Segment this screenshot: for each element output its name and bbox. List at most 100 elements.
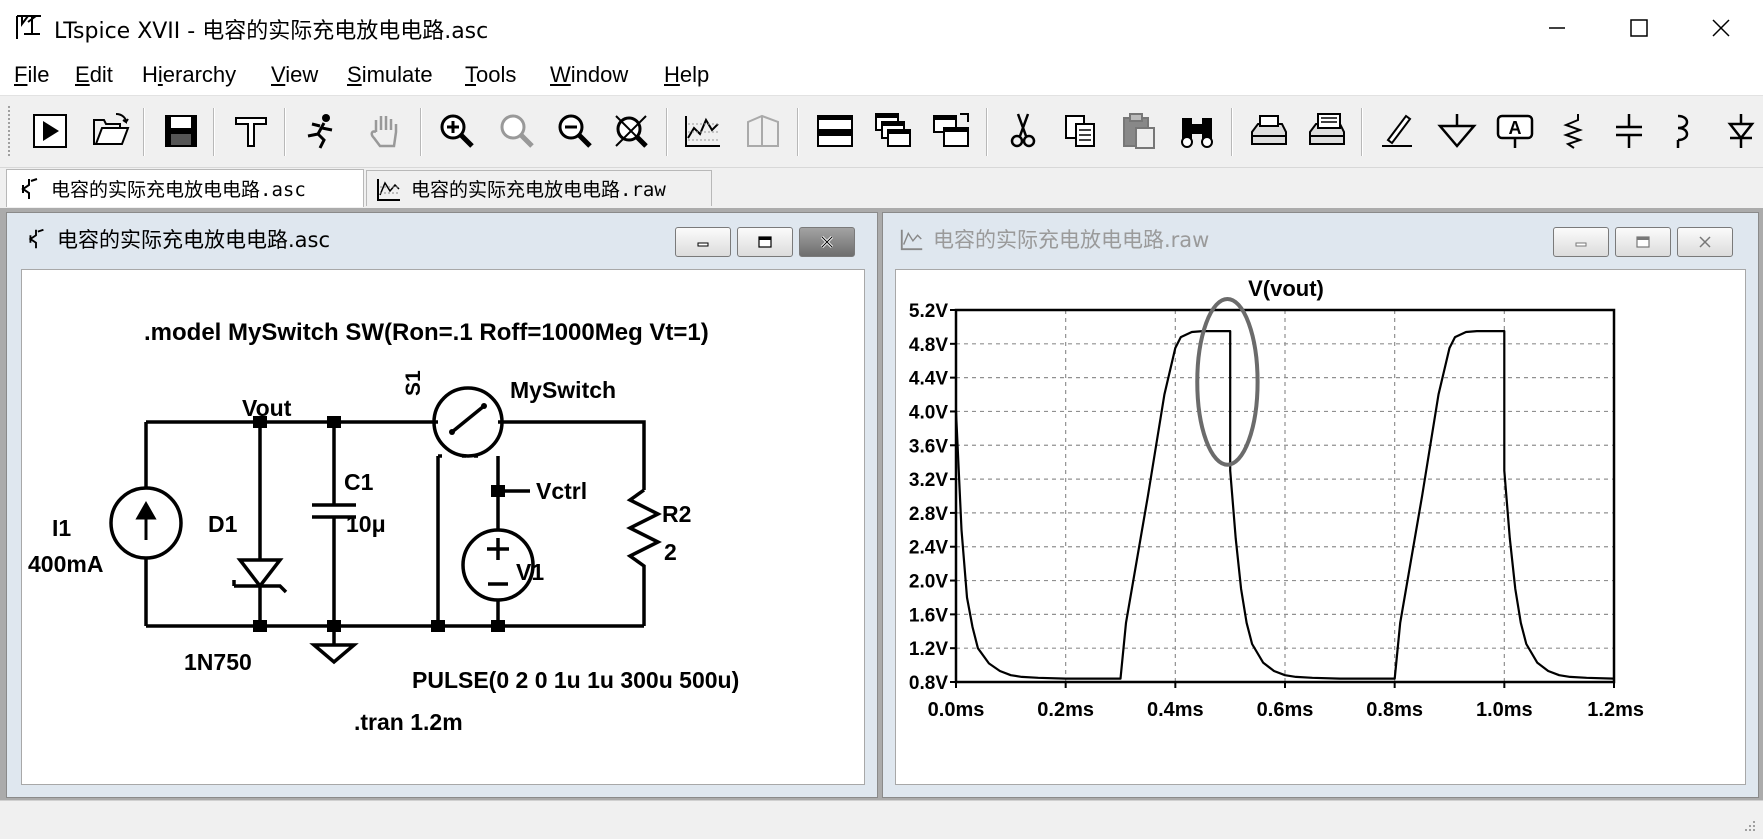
print-preview-button[interactable] [1246,108,1292,154]
switch-ref-s1[interactable]: S1 [402,370,425,396]
waveform-canvas[interactable]: V(vout) 0.0ms 0.2ms 0.4ms 0.6ms 0.8ms 1.0ms 1.… [895,269,1746,785]
find-button[interactable] [1174,108,1220,154]
menu-help[interactable]: Help [664,62,709,88]
resistor-button[interactable] [1550,108,1596,154]
resistor-value[interactable]: 2 [664,539,677,565]
annotation-ellipse [1195,297,1260,467]
ltspice-logo-icon [16,15,41,39]
maximize-button[interactable] [1598,0,1680,56]
tile-vertical-button[interactable] [928,108,974,154]
capacitor-button[interactable] [1606,108,1652,154]
menu-edit-label: Edit [75,62,113,87]
menu-window-label: Window [550,62,629,87]
resize-grip-icon[interactable] [1739,817,1757,835]
draw-wire-button[interactable] [1376,108,1422,154]
capacitor-value[interactable]: 10μ [346,511,386,537]
tile-horizontal-button[interactable] [812,108,858,154]
waveform-minimize-button[interactable] [1553,227,1609,257]
inductor-button[interactable] [1662,108,1708,154]
ground-button[interactable] [1434,108,1480,154]
diode-model-1n750[interactable]: 1N750 [184,649,252,675]
menu-bar: File Edit Hierarchy View Simulate Tools … [0,56,1763,96]
run-button[interactable] [28,108,74,154]
autorange-icon [685,116,720,147]
tile-vertical-icon [933,113,969,147]
paste-icon [1123,113,1155,149]
trace-label-vout[interactable]: V(vout) [1248,276,1324,301]
halt-button[interactable] [298,108,344,154]
print-button[interactable] [1304,108,1350,154]
schematic-drawing: .model MySwitch SW(Ron=.1 Roff=1000Meg V… [28,319,739,735]
waveform-close-button[interactable] [1677,227,1733,257]
zoom-fit-button[interactable] [608,108,654,154]
diode-ref-d1[interactable]: D1 [208,511,238,537]
save-button[interactable] [158,108,204,154]
menu-edit[interactable]: Edit [75,62,113,88]
schematic-window-title: 电容的实际充电放电电路.asc [57,228,331,252]
x-tick-label: 0.6ms [1257,699,1314,721]
net-label-vctrl[interactable]: Vctrl [536,478,587,504]
window-title: LTspice XVII - 电容的实际充电放电电路.asc [54,19,489,44]
diode-button[interactable] [1718,108,1763,154]
tab-waveform[interactable]: 电容的实际充电放电电路.raw [366,170,712,206]
tile-horizontal-icon [817,115,853,147]
zoom-in-button[interactable] [434,108,480,154]
schematic-close-button[interactable] [799,227,855,257]
toolbar-grip[interactable] [8,106,14,156]
waveform-icon [377,178,400,201]
menu-simulate[interactable]: Simulate [347,62,433,88]
y-tick-label: 4.8V [909,335,948,356]
toolbar-separator [1231,108,1233,156]
open-button[interactable] [88,108,134,154]
y-tick-label: 3.2V [909,470,948,491]
menu-tools[interactable]: Tools [465,62,516,88]
source-ref-v1[interactable]: V1 [516,559,544,585]
net-label-vout[interactable]: Vout [242,395,292,421]
pan-button[interactable] [362,108,408,154]
menu-view[interactable]: View [271,62,318,88]
source-ref-i1[interactable]: I1 [52,515,71,541]
control-panel-button[interactable] [228,108,274,154]
x-tick-label: 1.0ms [1476,699,1533,721]
y-tick-label: 2.8V [909,504,948,525]
svg-text:A: A [1509,118,1522,138]
zoom-pan-button[interactable] [494,108,540,154]
halt-icon [307,114,333,149]
close-button[interactable] [1680,0,1762,56]
label-net-button[interactable]: A [1492,108,1538,154]
close-icon [820,235,834,249]
schematic-maximize-button[interactable] [737,227,793,257]
schematic-canvas[interactable]: .model MySwitch SW(Ron=.1 Roff=1000Meg V… [21,269,865,785]
schematic-minimize-button[interactable] [675,227,731,257]
cut-icon [1010,113,1036,148]
waveform-maximize-button[interactable] [1615,227,1671,257]
menu-file-label: File [14,62,50,87]
autorange-button[interactable] [680,108,726,154]
copy-button[interactable] [1058,108,1104,154]
fft-button[interactable] [740,108,786,154]
menu-file[interactable]: File [14,62,49,88]
waveform-plot: V(vout) 0.0ms 0.2ms 0.4ms 0.6ms 0.8ms 1.0ms 1.… [909,276,1644,721]
tab-schematic[interactable]: 电容的实际充电放电电路.asc [6,169,364,207]
resistor-ref-r2[interactable]: R2 [662,501,691,527]
x-tick-label: 0.2ms [1037,699,1094,721]
model-directive[interactable]: .model MySwitch SW(Ron=.1 Roff=1000Meg V… [144,319,709,346]
capacitor-ref-c1[interactable]: C1 [344,469,374,495]
toolbar-separator [797,108,799,156]
menu-simulate-label: Simulate [347,62,433,87]
paste-button[interactable] [1116,108,1162,154]
tran-directive[interactable]: .tran 1.2m [354,709,463,735]
ltspice-app: LTspice XVII - 电容的实际充电放电电路.asc File Edit… [0,0,1763,839]
source-value-i1[interactable]: 400mA [28,551,103,577]
plot-grid [954,308,1616,684]
cut-button[interactable] [1000,108,1046,154]
menu-hierarchy[interactable]: Hierarchy [142,62,236,88]
switch-model-myswitch[interactable]: MySwitch [510,377,616,403]
minimize-button[interactable] [1516,0,1598,56]
y-tick-label: 2.4V [909,538,948,559]
menu-window[interactable]: Window [550,62,628,88]
cascade-button[interactable] [870,108,916,154]
cascade-icon [875,113,911,147]
pulse-spec[interactable]: PULSE(0 2 0 1u 1u 300u 500u) [412,667,739,693]
zoom-out-button[interactable] [552,108,598,154]
